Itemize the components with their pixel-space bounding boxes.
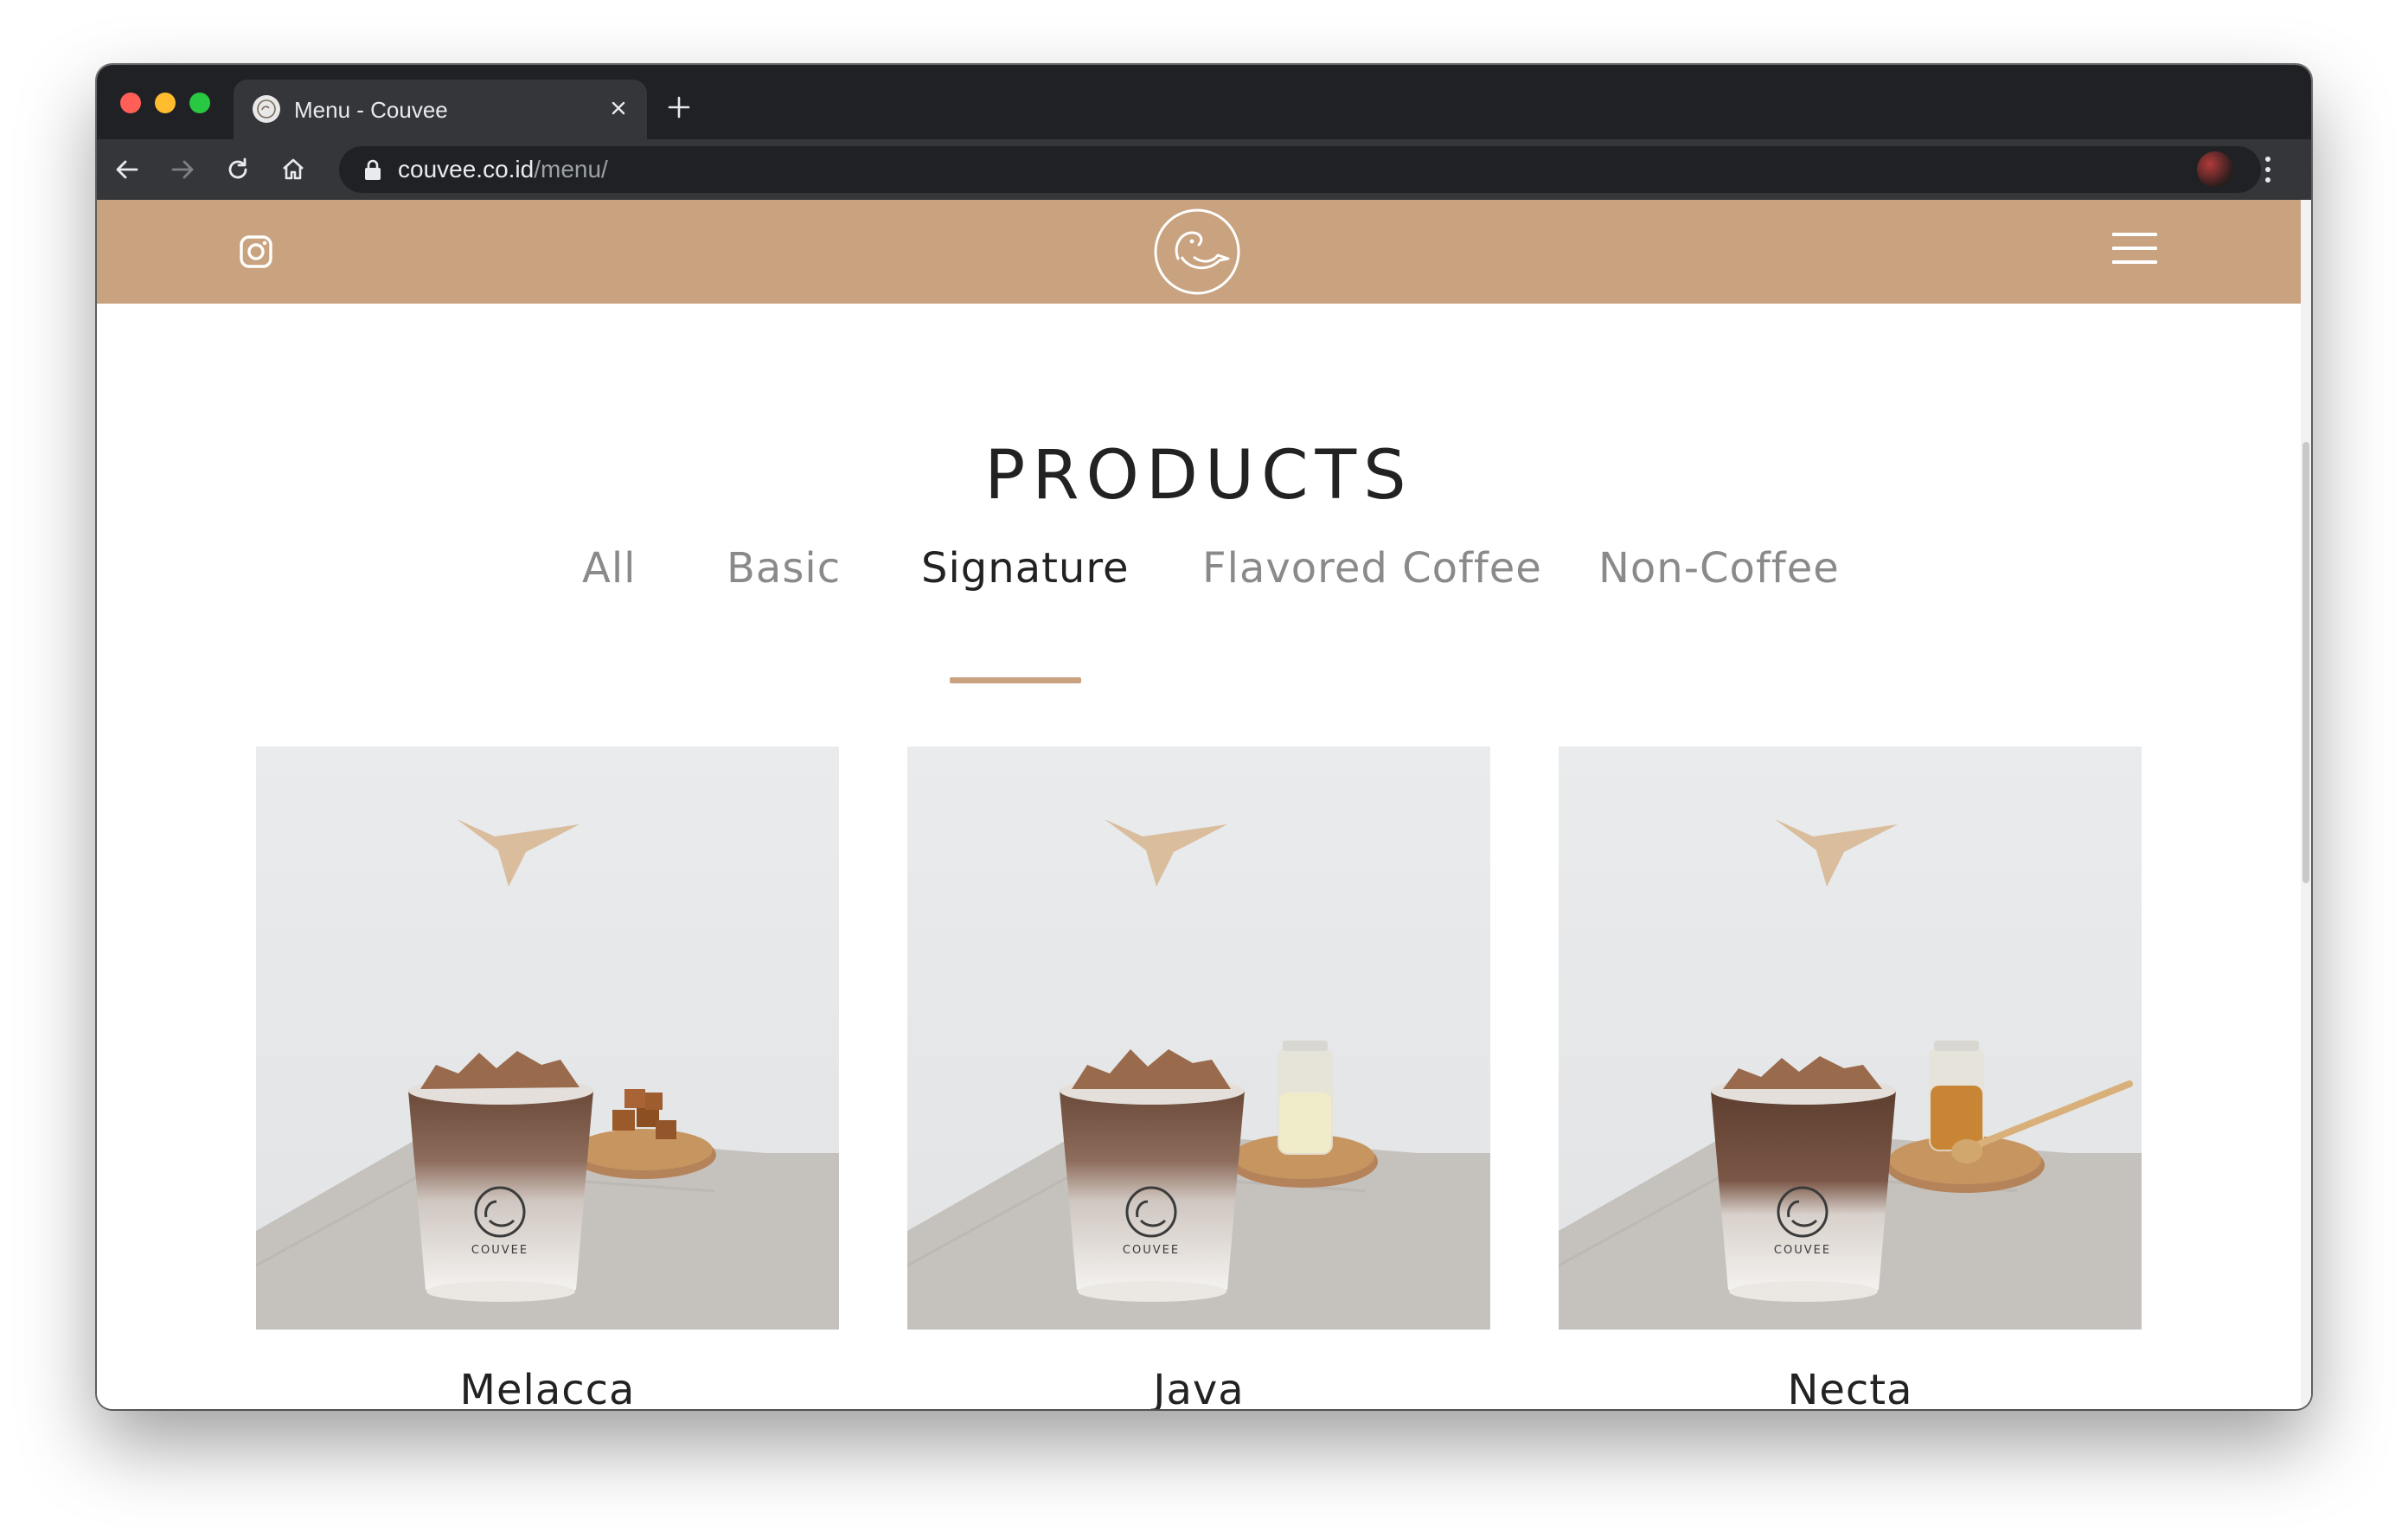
url-host: couvee.co.id — [398, 156, 535, 183]
home-icon[interactable] — [277, 153, 310, 186]
page-viewport: PRODUCTS All Basic Signature Flavored Co… — [97, 200, 2311, 1409]
cup-label: COUVEE — [471, 1244, 528, 1257]
lock-icon — [365, 159, 381, 180]
cup-label: COUVEE — [1123, 1244, 1180, 1257]
site-header — [97, 200, 2301, 304]
filter-tab-signature[interactable]: Signature — [921, 544, 1130, 593]
url-path: /menu/ — [534, 156, 608, 183]
cup-label: COUVEE — [1774, 1244, 1831, 1257]
page-title: PRODUCTS — [984, 437, 1413, 516]
back-icon[interactable] — [111, 153, 144, 186]
tab-title: Menu - Couvee — [294, 97, 448, 123]
tab-strip: Menu - Couvee — [97, 65, 2311, 139]
product-image[interactable]: COUVEE — [907, 747, 1490, 1330]
product-card-melacca[interactable]: COUVEE Melacca — [256, 747, 839, 1409]
maximize-window-button[interactable] — [189, 93, 210, 113]
new-tab-icon[interactable] — [664, 93, 694, 122]
filter-tab-flavored-coffee[interactable]: Flavored Coffee — [1202, 544, 1542, 593]
address-bar[interactable]: couvee.co.id/menu/ — [339, 146, 2261, 193]
product-card-necta[interactable]: COUVEE Necta — [1559, 747, 2142, 1409]
url-text: couvee.co.id/menu/ — [398, 156, 608, 183]
active-filter-underline — [950, 677, 1081, 683]
favicon-icon — [253, 95, 280, 123]
product-name[interactable]: Java — [907, 1366, 1490, 1409]
filter-tab-basic[interactable]: Basic — [727, 544, 841, 593]
filter-tab-all[interactable]: All — [582, 544, 637, 593]
profile-avatar[interactable] — [2197, 151, 2233, 188]
browser-tab[interactable]: Menu - Couvee — [234, 80, 647, 139]
forward-icon[interactable] — [166, 153, 199, 186]
close-tab-icon[interactable] — [604, 93, 633, 123]
category-filter-tabs: All Basic Signature Flavored Coffee Non-… — [97, 544, 2301, 613]
reload-icon[interactable] — [221, 153, 254, 186]
scrollbar-thumb[interactable] — [2302, 442, 2309, 883]
product-card-java[interactable]: COUVEE Java — [907, 747, 1490, 1409]
browser-window: Menu - Couvee couvee.co.id/menu/ PRODUCT… — [97, 65, 2311, 1409]
close-window-button[interactable] — [120, 93, 141, 113]
product-name[interactable]: Necta — [1559, 1366, 2142, 1409]
minimize-window-button[interactable] — [155, 93, 176, 113]
couvee-bird-logo[interactable] — [1152, 207, 1242, 297]
product-image[interactable]: COUVEE — [256, 747, 839, 1330]
product-image[interactable]: COUVEE — [1559, 747, 2142, 1330]
product-name[interactable]: Melacca — [256, 1366, 839, 1409]
browser-toolbar: couvee.co.id/menu/ — [97, 139, 2311, 200]
hamburger-menu-icon[interactable] — [2112, 233, 2157, 267]
instagram-icon[interactable] — [239, 234, 273, 269]
menu-kebab-icon[interactable] — [2261, 153, 2275, 186]
filter-tab-non-coffee[interactable]: Non-Coffee — [1598, 544, 1840, 593]
